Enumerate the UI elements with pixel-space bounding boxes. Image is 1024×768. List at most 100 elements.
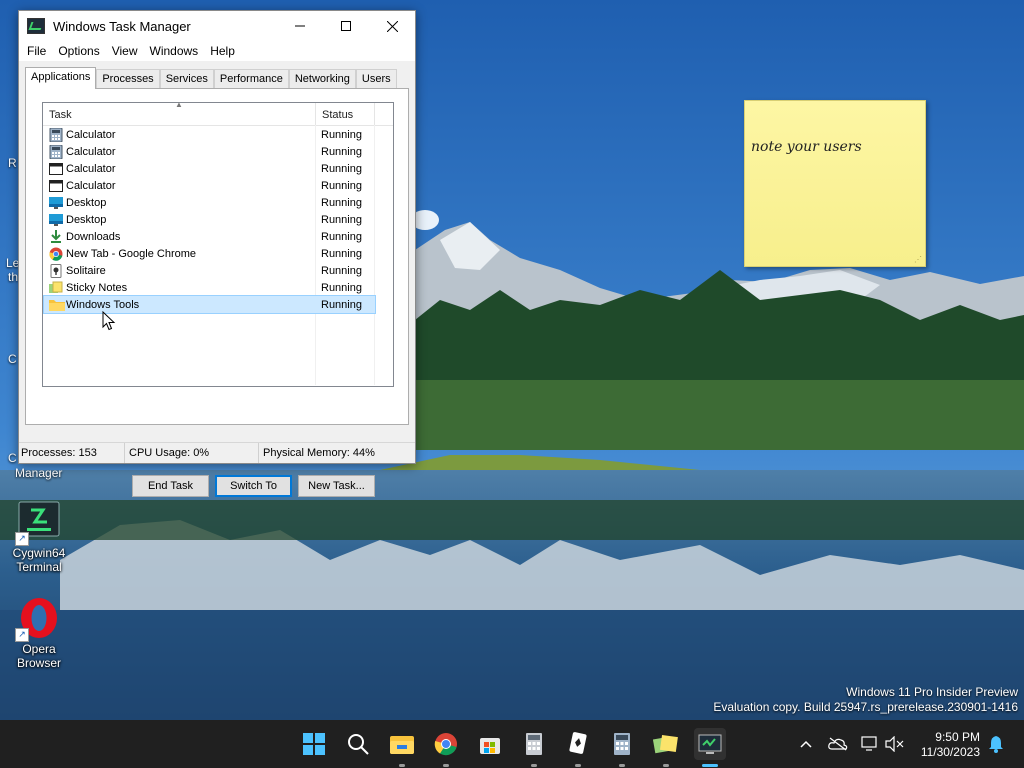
task-name: Solitaire <box>66 264 106 277</box>
cloud-off-icon <box>828 737 848 751</box>
tab-users[interactable]: Users <box>355 69 397 88</box>
store-icon <box>480 738 500 754</box>
folder-icon <box>49 298 65 312</box>
table-row[interactable]: Desktop Running <box>43 194 393 211</box>
tab-applications[interactable]: Applications <box>25 67 97 89</box>
table-row[interactable]: Calculator Running <box>43 160 393 177</box>
switch-to-button[interactable]: Switch To <box>215 475 292 497</box>
show-hidden-icons-button[interactable] <box>796 734 816 754</box>
window-title: Windows Task Manager <box>53 18 191 34</box>
tab-networking[interactable]: Networking <box>288 69 356 88</box>
opera-icon: ↗ <box>15 596 61 642</box>
task-manager-window[interactable]: Windows Task Manager File Options View W… <box>18 10 416 497</box>
desktop-icon <box>49 196 63 210</box>
table-row[interactable]: Calculator Running <box>43 143 393 160</box>
taskbar-calculator[interactable] <box>518 728 550 760</box>
task-manager-icon <box>698 734 722 754</box>
applications-list[interactable]: ▲ Task Status Calculator Running Calculato… <box>42 100 394 387</box>
calculator-icon <box>614 733 630 755</box>
table-row[interactable]: New Tab - Google Chrome Running <box>43 245 393 262</box>
taskbar-file-explorer[interactable] <box>386 728 418 760</box>
download-icon <box>49 229 63 244</box>
tab-services[interactable]: Services <box>159 69 214 88</box>
close-button[interactable] <box>369 11 415 41</box>
status-cpu-usage: CPU Usage: 0% <box>125 443 259 463</box>
taskbar-task-manager[interactable] <box>694 728 726 760</box>
status-processes: Processes: 153 <box>19 443 125 463</box>
clock[interactable]: 9:50 PM 11/30/2023 <box>921 730 980 760</box>
running-indicator <box>575 764 581 767</box>
minimize-icon <box>295 25 305 27</box>
sticky-notes-icon <box>653 734 678 754</box>
column-header-status[interactable]: Status <box>316 103 375 125</box>
close-icon <box>386 20 398 32</box>
menu-bar: File Options View Windows Help <box>19 41 415 61</box>
chrome-icon <box>49 247 63 261</box>
new-task-button[interactable]: New Task... <box>298 475 375 497</box>
task-name: Calculator <box>66 162 116 175</box>
table-row[interactable]: Calculator Running <box>43 177 393 194</box>
desktop-label-fragment: th <box>8 270 19 284</box>
menu-windows[interactable]: Windows <box>144 44 205 58</box>
table-row[interactable]: Calculator Running <box>43 126 393 143</box>
taskbar-store[interactable] <box>474 728 506 760</box>
menu-file[interactable]: File <box>21 44 52 58</box>
calculator-icon <box>49 127 63 142</box>
desktop-icon-opera-browser[interactable]: ↗ Opera Browser <box>4 596 74 670</box>
watermark-line: Windows 11 Pro Insider Preview <box>846 685 1018 699</box>
taskbar-solitaire[interactable] <box>562 728 594 760</box>
start-button[interactable] <box>298 728 330 760</box>
file-explorer-icon <box>390 736 414 754</box>
sort-ascending-icon: ▲ <box>175 100 183 109</box>
menu-options[interactable]: Options <box>52 44 105 58</box>
desktop-icon-cygwin-terminal[interactable]: ↗ Cygwin64 Terminal <box>4 500 74 574</box>
table-row[interactable]: Downloads Running <box>43 228 393 245</box>
menu-view[interactable]: View <box>106 44 144 58</box>
taskbar-calculator-2[interactable] <box>606 728 638 760</box>
desktop-icon <box>49 213 63 227</box>
task-name: Calculator <box>66 179 116 192</box>
sticky-note-text[interactable]: note your users <box>751 139 862 155</box>
onedrive-button[interactable] <box>828 734 848 754</box>
mouse-cursor-icon <box>102 311 116 331</box>
shortcut-arrow-icon: ↗ <box>15 628 29 642</box>
task-status: Running <box>321 247 362 260</box>
minimize-button[interactable] <box>277 11 323 41</box>
menu-help[interactable]: Help <box>204 44 241 58</box>
network-button[interactable] <box>860 734 880 754</box>
tab-processes[interactable]: Processes <box>96 69 160 88</box>
resize-grip-icon[interactable]: ⋰ <box>914 255 922 264</box>
task-name: Sticky Notes <box>66 281 128 294</box>
task-manager-icon <box>27 18 45 34</box>
end-task-button[interactable]: End Task <box>132 475 209 497</box>
task-status: Running <box>321 179 362 192</box>
table-row[interactable]: Desktop Running <box>43 211 393 228</box>
task-status: Running <box>321 128 362 141</box>
window-icon <box>49 162 63 176</box>
task-name: Calculator <box>66 128 116 141</box>
search-button[interactable] <box>342 728 374 760</box>
desktop-icon-label: Terminal <box>16 560 62 574</box>
chevron-up-icon <box>800 740 812 748</box>
taskbar-chrome[interactable] <box>430 728 462 760</box>
title-bar[interactable]: Windows Task Manager <box>19 11 415 41</box>
volume-button[interactable] <box>884 734 904 754</box>
volume-muted-icon <box>885 736 904 752</box>
task-status: Running <box>321 213 362 226</box>
table-row[interactable]: Sticky Notes Running <box>43 279 393 296</box>
clock-date: 11/30/2023 <box>920 745 980 759</box>
tab-performance[interactable]: Performance <box>213 69 289 88</box>
task-name: Windows Tools <box>66 298 140 311</box>
running-indicator <box>531 764 537 767</box>
search-icon <box>348 734 369 755</box>
table-row[interactable]: Windows Tools Running <box>43 295 376 314</box>
list-header: ▲ Task Status <box>43 100 393 126</box>
table-row[interactable]: Solitaire Running <box>43 262 393 279</box>
running-indicator <box>619 764 625 767</box>
desktop-icon-label-task-manager[interactable]: Manager <box>15 466 62 480</box>
notifications-button[interactable] <box>986 734 1006 754</box>
sticky-note[interactable]: note your users ⋰ <box>744 100 926 267</box>
maximize-button[interactable] <box>323 11 369 41</box>
taskbar-sticky-notes[interactable] <box>650 728 682 760</box>
clock-time: 9:50 PM <box>935 730 980 744</box>
